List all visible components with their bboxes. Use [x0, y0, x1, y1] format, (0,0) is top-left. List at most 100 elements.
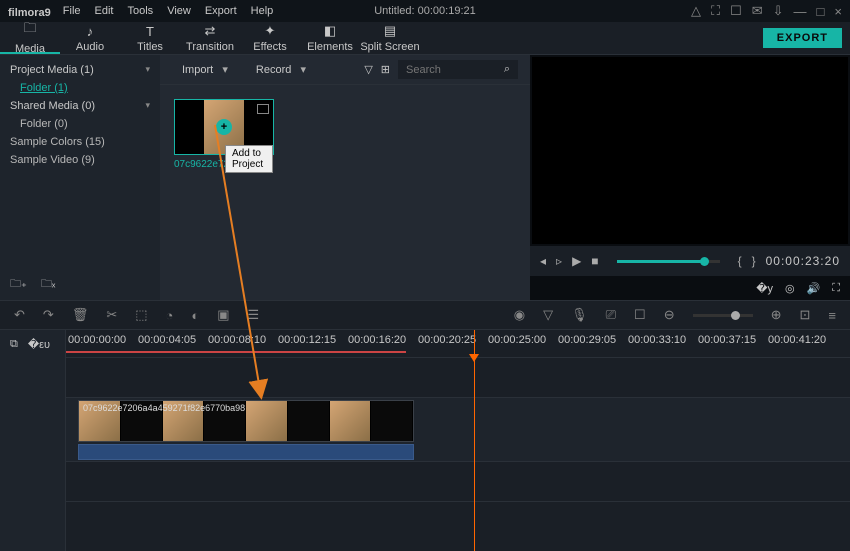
tree-project-media[interactable]: Project Media (1)▾ — [10, 61, 150, 79]
render-button[interactable]: ◉ — [514, 307, 525, 323]
ruler-mark: 00:00:33:10 — [628, 334, 686, 346]
prev-frame-button[interactable]: ◂ — [540, 254, 546, 268]
audio-icon: ♪ — [87, 24, 94, 39]
ruler-mark: 00:00:16:20 — [348, 334, 406, 346]
record-button[interactable]: Record ▾ — [246, 60, 316, 79]
menu-file[interactable]: File — [63, 5, 81, 17]
scene-detect-icon[interactable] — [257, 104, 269, 114]
ruler-mark: 00:00:08:10 — [208, 334, 266, 346]
import-button[interactable]: Import ▾ — [172, 60, 238, 79]
ruler-mark: 00:00:20:25 — [418, 334, 476, 346]
search-icon[interactable]: ⌕ — [504, 63, 510, 76]
menu-tools[interactable]: Tools — [128, 5, 154, 17]
preview-screen[interactable] — [532, 57, 848, 244]
mute-button[interactable]: ☐ — [634, 307, 646, 323]
zoom-out-button[interactable]: ⊖ — [664, 307, 675, 323]
ruler-mark: 00:00:41:20 — [768, 334, 826, 346]
manage-tracks-button[interactable]: ≡ — [828, 308, 836, 323]
quality-icon[interactable]: �у — [756, 282, 773, 295]
volume-icon[interactable]: 🔊 — [807, 282, 821, 295]
greenscreen-button[interactable]: ▣ — [217, 307, 229, 323]
tree-sample-colors[interactable]: Sample Colors (15) — [10, 133, 150, 151]
add-to-project-icon[interactable]: + — [216, 119, 232, 135]
menu-view[interactable]: View — [167, 5, 191, 17]
color-button[interactable]: ◐ — [191, 308, 199, 323]
tab-effects[interactable]: ✦Effects — [240, 22, 300, 54]
mail-icon[interactable]: ✉ — [752, 3, 763, 19]
menu-edit[interactable]: Edit — [95, 5, 114, 17]
advanced-button[interactable]: ☰ — [248, 307, 260, 323]
new-folder-icon[interactable]: 🗀₊ — [10, 275, 27, 294]
timeline-mode-icon[interactable]: ⧉ — [10, 338, 18, 351]
video-clip[interactable]: 07c9622e7206a4a459271f82e6770ba98 — [78, 400, 414, 442]
zoom-fit-button[interactable]: ⊡ — [800, 307, 811, 323]
titles-icon: T — [146, 24, 154, 39]
preview-slider[interactable] — [617, 260, 720, 263]
export-button[interactable]: EXPORT — [763, 28, 842, 48]
fullscreen-icon[interactable]: ⛶ — [832, 282, 840, 295]
timeline-ruler[interactable]: 00:00:00:00 00:00:04:05 00:00:08:10 00:0… — [66, 330, 850, 358]
splitscreen-icon: ▤ — [384, 23, 396, 39]
play-back-button[interactable]: ▹ — [556, 254, 562, 268]
delete-folder-icon[interactable]: 🗀ₓ — [41, 275, 56, 294]
tab-titles[interactable]: TTitles — [120, 22, 180, 54]
snapshot-icon[interactable]: ◎ — [785, 282, 795, 295]
voiceover-button[interactable]: 🎙 — [571, 307, 588, 323]
linked-audio-clip[interactable] — [78, 444, 414, 460]
maximize-button[interactable]: □ — [817, 4, 825, 19]
filter-icon[interactable]: ▽ — [364, 63, 372, 76]
undo-button[interactable]: ↶ — [14, 307, 25, 323]
timeline: ⧉ �ευ 00:00:00:00 00:00:04:05 00:00:08:1… — [0, 330, 850, 551]
play-button[interactable]: ▶ — [572, 254, 581, 268]
elements-icon: ◧ — [324, 23, 336, 39]
tree-shared-media[interactable]: Shared Media (0)▾ — [10, 97, 150, 115]
close-button[interactable]: × — [834, 4, 842, 19]
search-box[interactable]: ⌕ — [398, 60, 518, 79]
mark-in-icon[interactable]: { — [738, 254, 742, 268]
mixer-button[interactable]: ⎚ — [606, 307, 616, 323]
grid-view-icon[interactable]: ⊞ — [381, 63, 390, 76]
marker-button[interactable]: ▽ — [543, 307, 553, 323]
minimize-button[interactable]: — — [794, 4, 807, 19]
ruler-mark: 00:00:04:05 — [138, 334, 196, 346]
zoom-slider[interactable] — [693, 314, 753, 317]
timeline-gutter: ⧉ �ευ — [0, 330, 66, 551]
work-area-indicator — [66, 351, 406, 353]
stop-button[interactable]: ■ — [591, 254, 598, 268]
preview-panel: ◂ ▹ ▶ ■ { } 00:00:23:20 �у ◎ 🔊 ⛶ — [530, 55, 850, 300]
link-icon[interactable]: �ευ — [28, 338, 50, 351]
menu-bar: File Edit Tools View Export Help — [63, 5, 273, 17]
effects-icon: ✦ — [265, 23, 276, 39]
tab-media[interactable]: 🗀Media — [0, 22, 60, 54]
playhead[interactable] — [474, 330, 475, 551]
user-icon[interactable]: △ — [691, 3, 701, 19]
ruler-mark: 00:00:25:00 — [488, 334, 546, 346]
crop-button[interactable]: ⬚ — [135, 307, 147, 323]
tab-audio[interactable]: ♪Audio — [60, 22, 120, 54]
ruler-mark: 00:00:29:05 — [558, 334, 616, 346]
gift-icon[interactable]: ☐ — [730, 3, 742, 19]
split-button[interactable]: ✂ — [106, 307, 117, 323]
tab-elements[interactable]: ◧Elements — [300, 22, 360, 54]
tree-folder-0[interactable]: Folder (0) — [10, 115, 150, 133]
delete-button[interactable]: 🗑 — [72, 307, 89, 323]
titlebar: filmora9 File Edit Tools View Export Hel… — [0, 0, 850, 22]
ruler-mark: 00:00:37:15 — [698, 334, 756, 346]
redo-button[interactable]: ↷ — [43, 307, 54, 323]
tree-folder-1[interactable]: Folder (1) — [10, 79, 150, 97]
mark-out-icon[interactable]: } — [752, 254, 756, 268]
zoom-in-button[interactable]: ⊕ — [771, 307, 782, 323]
tab-transition[interactable]: ⇄Transition — [180, 22, 240, 54]
speed-button[interactable]: ◔ — [166, 308, 174, 323]
cart-icon[interactable]: ⛶ — [711, 3, 720, 19]
tab-splitscreen[interactable]: ▤Split Screen — [360, 22, 420, 54]
tree-sample-video[interactable]: Sample Video (9) — [10, 151, 150, 169]
menu-help[interactable]: Help — [251, 5, 274, 17]
menu-export[interactable]: Export — [205, 5, 237, 17]
media-thumbnail[interactable]: + Add to Project — [174, 99, 274, 155]
folder-icon: 🗀 — [23, 19, 36, 41]
search-input[interactable] — [406, 64, 486, 76]
video-track-1[interactable]: ▣1🔓👁 07c9622e7206a4a459271f82e6770ba98 — [66, 398, 850, 462]
download-icon[interactable]: ⇩ — [773, 3, 784, 19]
audio-track-1[interactable]: ♪ 1🔓🔊 — [66, 462, 850, 502]
